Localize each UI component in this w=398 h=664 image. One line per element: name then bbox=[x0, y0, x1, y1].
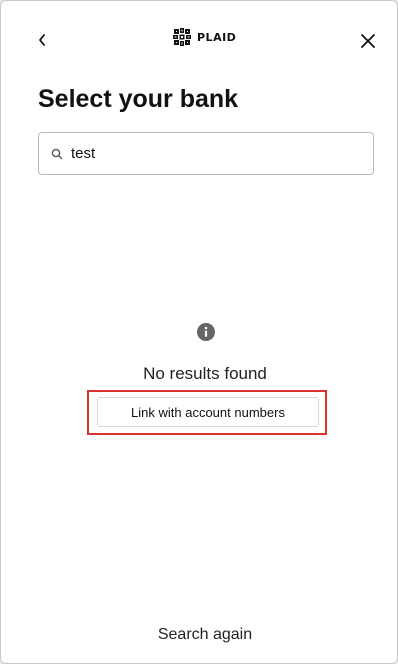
link-button-highlight: Link with account numbers bbox=[87, 390, 327, 435]
search-field[interactable] bbox=[38, 132, 374, 175]
search-icon bbox=[51, 148, 63, 160]
back-button[interactable] bbox=[31, 27, 53, 53]
close-icon bbox=[361, 34, 375, 48]
info-icon bbox=[197, 323, 215, 341]
plaid-logo: PLAID bbox=[171, 27, 236, 47]
chevron-left-icon bbox=[39, 34, 45, 46]
search-input[interactable] bbox=[71, 145, 351, 162]
plaid-logo-text: PLAID bbox=[197, 30, 237, 44]
header: PLAID bbox=[1, 23, 397, 57]
no-results-message: No results found bbox=[143, 364, 267, 383]
search-again-button[interactable]: Search again bbox=[1, 626, 397, 644]
plaid-link-modal: PLAID Select your bank No results found … bbox=[0, 0, 398, 664]
close-button[interactable] bbox=[355, 28, 381, 54]
plaid-logo-icon bbox=[173, 28, 191, 46]
link-with-account-numbers-button[interactable]: Link with account numbers bbox=[97, 397, 319, 427]
page-title: Select your bank bbox=[38, 85, 239, 113]
